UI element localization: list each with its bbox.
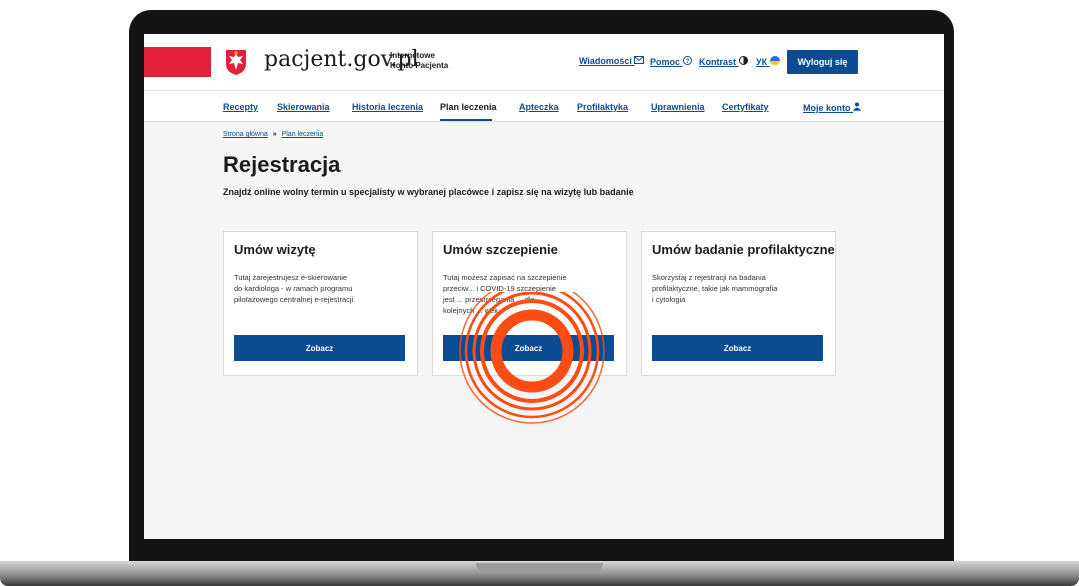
card-text-line: Tutaj możesz zapisać na szczepienie xyxy=(443,273,567,282)
help-link[interactable]: Pomoc ? xyxy=(650,56,692,67)
contrast-label: Kontrast xyxy=(699,57,737,67)
card-title: Umów szczepienie xyxy=(443,242,558,257)
svg-text:?: ? xyxy=(685,59,689,65)
user-icon xyxy=(853,102,862,111)
nav-profilaktyka[interactable]: Profilaktyka xyxy=(577,102,628,112)
language-label: УК xyxy=(756,57,768,67)
page-title: Rejestracja xyxy=(223,152,341,177)
site-header: pacjent.gov.pl Internetowe Konto Pacjent… xyxy=(144,34,944,90)
messages-label: Wiadomości xyxy=(579,56,632,66)
nav-uprawnienia[interactable]: Uprawnienia xyxy=(651,102,705,112)
contrast-icon xyxy=(738,56,748,65)
help-label: Pomoc xyxy=(650,57,681,67)
card-text-line: kolejnych ... wek xyxy=(443,306,499,315)
nav-skierowania[interactable]: Skierowania xyxy=(277,102,330,112)
card-text-line: Tutaj zarejestrujesz e-skierowanie xyxy=(234,273,348,282)
contrast-link[interactable]: Kontrast xyxy=(699,56,748,67)
card-description: Tutaj zarejestrujesz e-skierowanie do ka… xyxy=(234,272,404,305)
card-umow-wizyte: Umów wizytę Tutaj zarejestrujesz e-skier… xyxy=(223,231,418,376)
card-text-line: jest ... przestrzegania ... dla xyxy=(443,295,535,304)
page-subtitle: Znajdź online wolny termin u specjalisty… xyxy=(223,187,634,197)
ukraine-flag-icon xyxy=(769,56,780,65)
card-text-line: profilaktyczne, takie jak mammografia xyxy=(652,284,778,293)
zobacz-button-szczepienie[interactable]: Zobacz xyxy=(443,335,614,361)
logo-subtitle-line1: Internetowe xyxy=(390,51,435,60)
card-text-line: Skorzystaj z rejestracji na badania xyxy=(652,273,766,282)
language-link[interactable]: УК xyxy=(756,56,780,67)
card-text-line: pilotażowego centralnej e-rejestracji xyxy=(234,295,354,304)
envelope-icon xyxy=(634,56,645,64)
nav-historia-leczenia[interactable]: Historia leczenia xyxy=(352,102,423,112)
card-title: Umów wizytę xyxy=(234,242,316,257)
site-logo-subtitle: Internetowe Konto Pacjenta xyxy=(390,51,448,71)
main-nav: Recepty Skierowania Historia leczenia Pl… xyxy=(144,90,944,122)
card-umow-badanie: Umów badanie profilaktyczne Skorzystaj z… xyxy=(641,231,836,376)
nav-moje-konto-label: Moje konto xyxy=(803,103,851,113)
zobacz-button-wizyta[interactable]: Zobacz xyxy=(234,335,405,361)
card-text-line: przeciw... i COVID-19 szczepienie xyxy=(443,284,556,293)
nav-apteczka[interactable]: Apteczka xyxy=(519,102,559,112)
laptop-notch xyxy=(476,563,603,572)
browser-screen: pacjent.gov.pl Internetowe Konto Pacjent… xyxy=(144,34,944,539)
question-circle-icon: ? xyxy=(682,56,692,65)
nav-moje-konto[interactable]: Moje konto xyxy=(803,102,862,113)
breadcrumb-separator: » xyxy=(272,131,277,138)
card-umow-szczepienie: Umów szczepienie Tutaj możesz zapisać na… xyxy=(432,231,627,376)
card-text-line: do kardiologa - w ramach programu xyxy=(234,284,353,293)
breadcrumb-home[interactable]: Strona główna xyxy=(223,131,268,138)
nav-plan-leczenia[interactable]: Plan leczenia xyxy=(440,102,497,112)
card-description: Tutaj możesz zapisać na szczepienie prze… xyxy=(443,272,613,316)
eagle-emblem-icon xyxy=(226,50,246,75)
card-title: Umów badanie profilaktyczne xyxy=(652,242,835,257)
logo-subtitle-line2: Konto Pacjenta xyxy=(390,61,449,70)
card-description: Skorzystaj z rejestracji na badania prof… xyxy=(652,272,822,305)
zobacz-button-badanie[interactable]: Zobacz xyxy=(652,335,823,361)
active-tab-indicator xyxy=(440,119,492,121)
flag-stripe xyxy=(144,47,211,77)
card-text-line: i cytologia xyxy=(652,295,686,304)
breadcrumb-current[interactable]: Plan leczenia xyxy=(282,131,324,138)
messages-link[interactable]: Wiadomości xyxy=(579,56,645,66)
breadcrumb: Strona główna » Plan leczenia xyxy=(223,131,323,138)
nav-recepty[interactable]: Recepty xyxy=(223,102,258,112)
logout-button[interactable]: Wyloguj się xyxy=(787,50,858,74)
nav-certyfikaty[interactable]: Certyfikaty xyxy=(722,102,769,112)
